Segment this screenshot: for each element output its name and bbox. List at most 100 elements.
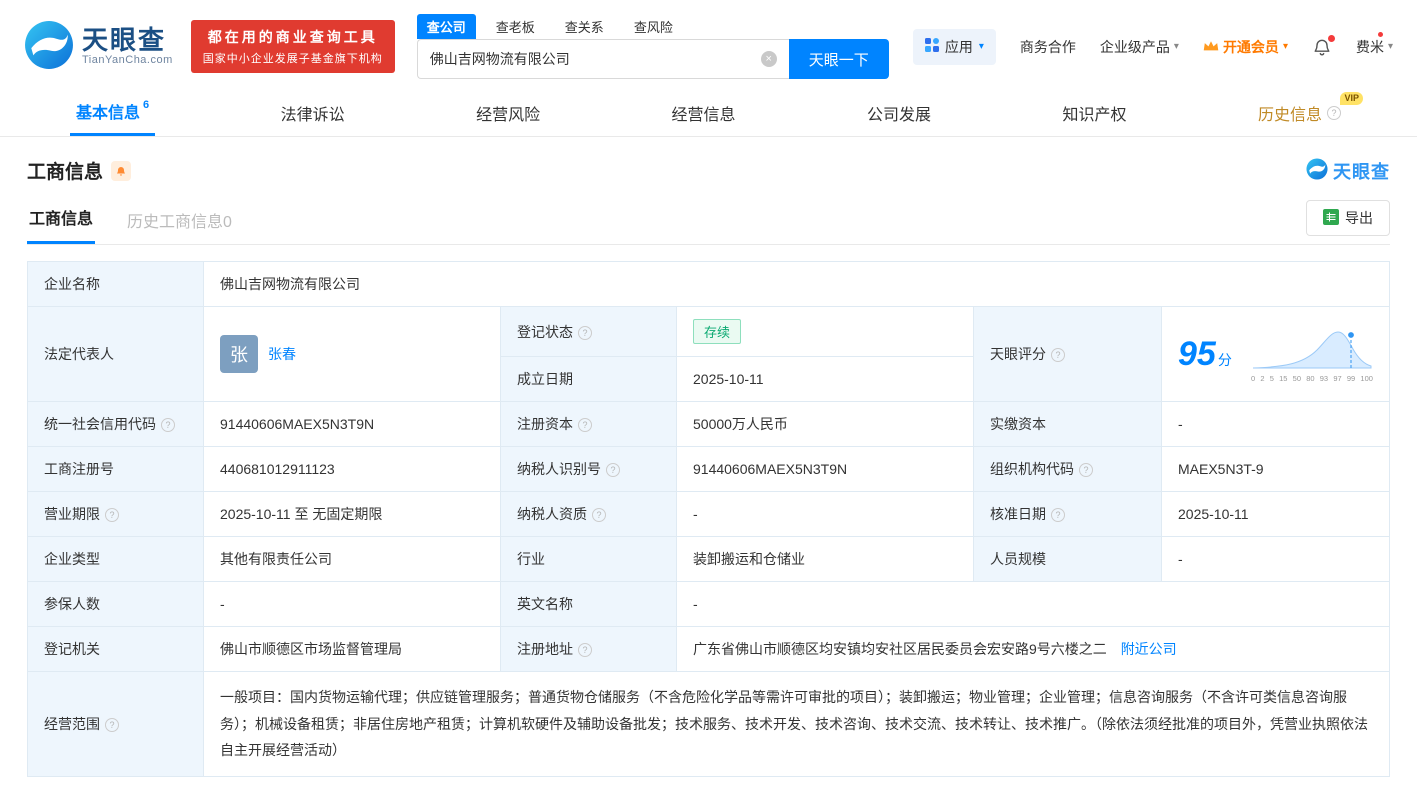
value-reg-status: 存续 [677,307,974,357]
promo-banner: 都在用的商业查询工具 国家中小企业发展子基金旗下机构 [191,20,395,73]
subtabs-row: 工商信息 历史工商信息0 导出 [27,200,1390,245]
help-icon[interactable]: ? [1051,348,1065,362]
help-icon[interactable]: ? [161,418,175,432]
value-company-type: 其他有限责任公司 [204,537,501,582]
tab-intellectual-property[interactable]: 知识产权 [1056,89,1132,136]
value-reg-authority: 佛山市顺德区市场监督管理局 [204,627,501,672]
section-header: 工商信息 天眼查 [27,157,1390,184]
nav-open-vip[interactable]: 开通会员 ▾ [1203,37,1288,57]
search-button[interactable]: 天眼一下 [789,39,889,79]
value-company-name: 佛山吉网物流有限公司 [204,262,1390,307]
table-row: 参保人数 - 英文名称 - [28,582,1390,627]
label-business-term: 营业期限? [28,492,204,537]
label-business-scope: 经营范围? [28,672,204,777]
help-icon[interactable]: ? [592,508,606,522]
subtab-history-business-info[interactable]: 历史工商信息0 [125,208,234,244]
value-paid-capital: - [1162,402,1390,447]
value-staff-size: - [1162,537,1390,582]
label-company-name: 企业名称 [28,262,204,307]
tab-legal-proceedings[interactable]: 法律诉讼 [275,89,351,136]
value-insured-count: - [204,582,501,627]
promo-line1: 都在用的商业查询工具 [203,27,383,47]
search-tab-relation[interactable]: 查关系 [555,14,614,39]
help-icon[interactable]: ? [578,643,592,657]
label-score: 天眼评分? [974,307,1162,402]
crown-icon [1203,39,1219,55]
watermark-logo: 天眼查 [1306,158,1390,184]
tab-company-development[interactable]: 公司发展 [861,89,937,136]
help-icon[interactable]: ? [606,463,620,477]
label-reg-status: 登记状态? [501,307,677,357]
username: 费米 [1356,37,1384,57]
search-tab-boss[interactable]: 查老板 [486,14,545,39]
subscribe-bell-icon[interactable] [111,161,131,181]
tab-basic-info[interactable]: 基本信息 6 [70,89,155,136]
help-icon[interactable]: ? [105,508,119,522]
notification-dot [1328,35,1335,42]
value-score[interactable]: 95分 02 515 [1162,307,1390,402]
tianyancha-logo-icon [1306,158,1328,183]
search-input[interactable] [417,39,789,79]
label-staff-size: 人员规模 [974,537,1162,582]
export-button[interactable]: 导出 [1306,200,1390,236]
table-row: 登记机关 佛山市顺德区市场监督管理局 注册地址? 广东省佛山市顺德区均安镇均安社… [28,627,1390,672]
value-taxpayer-qualification: - [677,492,974,537]
company-nav-tabs: 基本信息 6 法律诉讼 经营风险 经营信息 公司发展 知识产权 历史信息 ? V… [0,89,1417,137]
apps-grid-icon [925,38,939,55]
table-row: 营业期限? 2025-10-11 至 无固定期限 纳税人资质? - 核准日期? … [28,492,1390,537]
tab-history-info[interactable]: 历史信息 ? VIP [1252,89,1347,136]
help-icon[interactable]: ? [105,718,119,732]
legal-rep-link[interactable]: 张春 [268,344,296,364]
promo-line2: 国家中小企业发展子基金旗下机构 [203,50,383,66]
header: 天眼查 TianYanCha.com 都在用的商业查询工具 国家中小企业发展子基… [0,0,1417,89]
chevron-down-icon: ▾ [1388,41,1393,52]
subtab-business-info[interactable]: 工商信息 [27,205,95,244]
help-icon[interactable]: ? [1051,508,1065,522]
nav-business-cooperation[interactable]: 商务合作 [1020,37,1076,57]
search-tab-company[interactable]: 查公司 [417,14,476,39]
table-row: 企业名称 佛山吉网物流有限公司 [28,262,1390,307]
value-org-code: MAEX5N3T-9 [1162,447,1390,492]
help-icon[interactable]: ? [578,326,592,340]
tianyancha-logo-icon [24,20,74,73]
label-taxpayer-id: 纳税人识别号? [501,447,677,492]
value-establish-date: 2025-10-11 [677,357,974,402]
value-industry: 装卸搬运和仓储业 [677,537,974,582]
section-title: 工商信息 [27,157,103,184]
label-company-type: 企业类型 [28,537,204,582]
table-row: 法定代表人 张 张春 登记状态? 存续 天眼评分? [28,307,1390,357]
legal-rep-avatar[interactable]: 张 [220,335,258,373]
brand-domain: TianYanCha.com [82,54,173,66]
table-row: 企业类型 其他有限责任公司 行业 装卸搬运和仓储业 人员规模 - [28,537,1390,582]
help-icon[interactable]: ? [578,418,592,432]
label-reg-authority: 登记机关 [28,627,204,672]
tab-count-badge: 6 [143,99,149,111]
nearby-companies-link[interactable]: 附近公司 [1121,641,1177,657]
user-menu[interactable]: 费米 ▾ [1356,37,1393,57]
tianyancha-logo[interactable]: 天眼查 TianYanCha.com [24,20,173,73]
value-reg-capital: 50000万人民币 [677,402,974,447]
tab-operational-risk[interactable]: 经营风险 [470,89,546,136]
clear-search-icon[interactable]: × [761,51,777,67]
value-credit-code: 91440606MAEX5N3T9N [204,402,501,447]
score-axis-labels: 02 515 5080 9397 99100 [1251,374,1373,383]
excel-icon [1323,209,1339,228]
chevron-down-icon: ▾ [1283,41,1288,52]
brand-name: 天眼查 [82,27,173,54]
business-info-table: 企业名称 佛山吉网物流有限公司 法定代表人 张 张春 登记状态? [27,261,1390,777]
help-icon[interactable]: ? [1327,106,1341,120]
value-taxpayer-id: 91440606MAEX5N3T9N [677,447,974,492]
notifications-bell-icon[interactable] [1312,37,1332,57]
value-approval-date: 2025-10-11 [1162,492,1390,537]
page: 天眼查 TianYanCha.com 都在用的商业查询工具 国家中小企业发展子基… [0,0,1417,777]
help-icon[interactable]: ? [1079,463,1093,477]
apps-menu[interactable]: 应用 ▾ [913,29,996,65]
search-tab-risk[interactable]: 查风险 [624,14,683,39]
subtab-count: 0 [223,214,232,231]
value-business-scope: 一般项目：国内货物运输代理；供应链管理服务；普通货物仓储服务（不含危险化学品等需… [204,672,1390,777]
nav-enterprise-products[interactable]: 企业级产品 ▾ [1100,37,1179,57]
label-english-name: 英文名称 [501,582,677,627]
user-notification-dot [1378,32,1383,37]
tab-business-info[interactable]: 经营信息 [666,89,742,136]
top-nav: 应用 ▾ 商务合作 企业级产品 ▾ 开通会员 ▾ [913,29,1393,65]
